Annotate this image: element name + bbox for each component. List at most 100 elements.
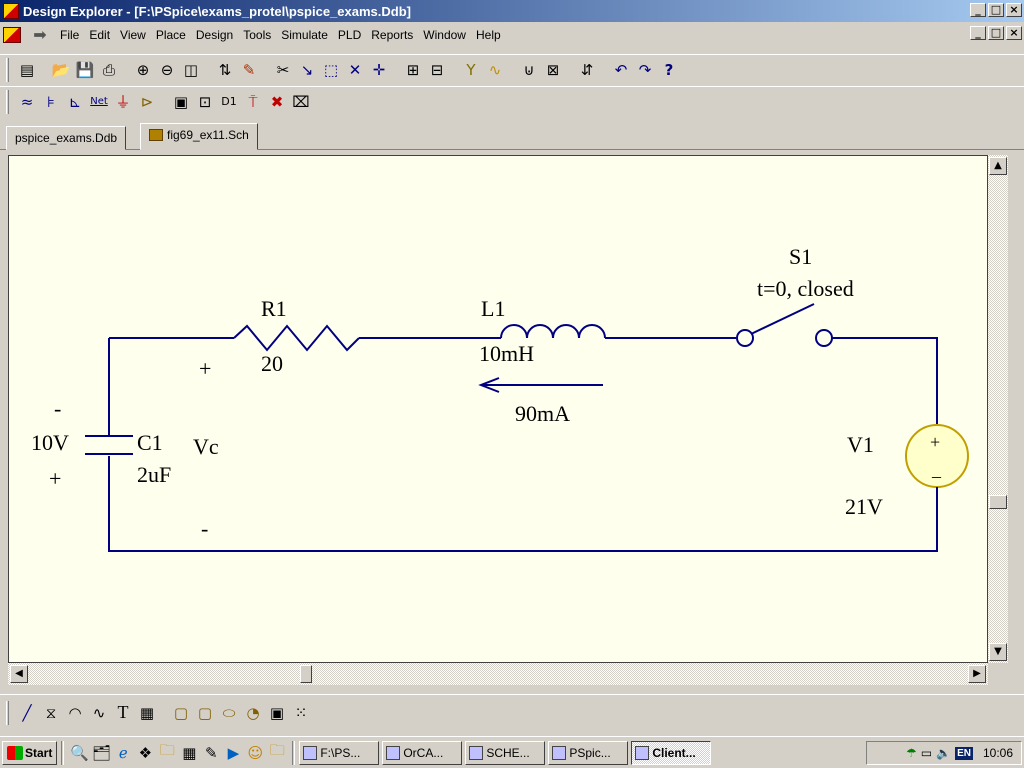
menu-help[interactable]: Help xyxy=(471,26,506,44)
sim-setup-icon[interactable]: ⊍ xyxy=(518,59,540,81)
menu-edit[interactable]: Edit xyxy=(84,26,115,44)
place-part-icon[interactable]: ▣ xyxy=(170,91,192,113)
hierarchy-icon[interactable]: ⇅ xyxy=(214,59,236,81)
tab-fig69-ex11[interactable]: fig69_ex11.Sch xyxy=(140,123,258,150)
vertical-scrollbar[interactable]: ▲ ▼ xyxy=(988,155,1008,663)
doc-close-button[interactable]: × xyxy=(1006,26,1022,40)
run-simulation-icon[interactable]: ∿ xyxy=(484,59,506,81)
monitor-icon[interactable]: ▭ xyxy=(921,746,932,760)
sheet-entry-icon[interactable]: D1 xyxy=(218,91,240,113)
round-rectangle-icon[interactable]: ▢ xyxy=(194,702,216,724)
menu-window[interactable]: Window xyxy=(418,26,471,44)
place-wire-icon[interactable]: ≈ xyxy=(16,91,38,113)
schematic-canvas[interactable]: R1 20 + L1 10mH 90mA S1 t=0, closed - 10… xyxy=(8,155,988,663)
text-frame-icon[interactable]: ▦ xyxy=(136,702,158,724)
menu-simulate[interactable]: Simulate xyxy=(276,26,333,44)
toolbar-grip[interactable] xyxy=(6,700,9,725)
toolbar-grip[interactable] xyxy=(6,57,9,82)
pld-icon[interactable]: ⊠ xyxy=(542,59,564,81)
cross-probe-icon[interactable]: ✎ xyxy=(238,59,260,81)
app-icon[interactable] xyxy=(3,3,19,19)
task-button-client[interactable]: Client... xyxy=(631,740,712,765)
port-icon[interactable]: ⊳ xyxy=(136,91,158,113)
quicklaunch-ie-icon[interactable]: ℯ xyxy=(112,742,134,764)
menu-reports[interactable]: Reports xyxy=(366,26,418,44)
scroll-right-icon[interactable]: ▶ xyxy=(968,665,986,683)
quicklaunch-media-icon[interactable]: ▶ xyxy=(222,742,244,764)
sort-icon[interactable]: ⇵ xyxy=(576,59,598,81)
quicklaunch-app-icon[interactable]: ❖ xyxy=(134,742,156,764)
draw-polygon-icon[interactable]: ⧖ xyxy=(40,702,62,724)
scroll-left-icon[interactable]: ◀ xyxy=(10,665,28,683)
task-button-pspice[interactable]: PSpic... xyxy=(548,740,629,765)
cut-wire-icon[interactable]: ✂ xyxy=(272,59,294,81)
menu-view[interactable]: View xyxy=(115,26,151,44)
doc-minimize-button[interactable]: _ xyxy=(970,26,986,40)
ellipse-icon[interactable]: ⬭ xyxy=(218,702,240,724)
vertical-scroll-thumb[interactable] xyxy=(989,495,1007,509)
quicklaunch-calc-icon[interactable]: ▦ xyxy=(178,742,200,764)
language-indicator[interactable]: EN xyxy=(955,746,973,760)
pie-icon[interactable]: ◔ xyxy=(242,702,264,724)
zoom-fit-icon[interactable]: ◫ xyxy=(180,59,202,81)
scroll-down-icon[interactable]: ▼ xyxy=(989,643,1007,661)
save-icon[interactable]: 💾 xyxy=(74,59,96,81)
undo-icon[interactable]: ↶ xyxy=(610,59,632,81)
text-icon[interactable]: T xyxy=(112,702,134,724)
zoom-in-icon[interactable]: ⊕ xyxy=(132,59,154,81)
ground-icon[interactable]: ⏚ xyxy=(112,91,134,113)
probe-icon[interactable]: Y xyxy=(460,59,482,81)
select-area-icon[interactable]: ⬚ xyxy=(320,59,342,81)
print-icon[interactable]: ⎙ xyxy=(98,59,120,81)
task-button-explorer[interactable]: F:\PS... xyxy=(299,740,380,765)
menu-tools[interactable]: Tools xyxy=(238,26,276,44)
quicklaunch-paint-icon[interactable]: ✎ xyxy=(200,742,222,764)
place-bus-icon[interactable]: ⊧ xyxy=(40,91,62,113)
menu-place[interactable]: Place xyxy=(151,26,191,44)
design-manager-icon[interactable]: ▤ xyxy=(16,59,38,81)
bus-entry-icon[interactable]: ⊾ xyxy=(64,91,86,113)
volume-icon[interactable]: 🔈 xyxy=(936,746,951,760)
redo-icon[interactable]: ↷ xyxy=(634,59,656,81)
junction-icon[interactable]: ⍑ xyxy=(242,91,264,113)
scroll-up-icon[interactable]: ▲ xyxy=(989,157,1007,175)
close-button[interactable]: × xyxy=(1006,3,1022,17)
move-icon[interactable]: ✛ xyxy=(368,59,390,81)
draw-bezier-icon[interactable]: ∿ xyxy=(88,702,110,724)
doc-restore-button[interactable]: □ xyxy=(988,26,1004,40)
open-folder-icon[interactable]: 📂 xyxy=(50,59,72,81)
quicklaunch-smile-icon[interactable]: ☺ xyxy=(244,742,266,764)
draw-wire-icon[interactable]: ↘ xyxy=(296,59,318,81)
network-icon[interactable]: ☂ xyxy=(906,746,917,760)
menu-file[interactable]: File xyxy=(55,26,84,44)
sheet-symbol-icon[interactable]: ⊡ xyxy=(194,91,216,113)
array-icon[interactable]: ⁙ xyxy=(290,702,312,724)
document-icon[interactable] xyxy=(3,27,21,43)
quicklaunch-folder-icon[interactable]: 🗀 xyxy=(156,741,178,764)
net-label-icon[interactable]: Net xyxy=(88,91,110,113)
quicklaunch-explorer-icon[interactable]: 🔍 xyxy=(68,742,90,764)
draw-arc-icon[interactable]: ◠ xyxy=(64,702,86,724)
deselect-icon[interactable]: ✕ xyxy=(344,59,366,81)
horizontal-scrollbar[interactable]: ◀ ▶ xyxy=(8,663,988,685)
maximize-button[interactable]: □ xyxy=(988,3,1004,17)
help-icon[interactable]: ? xyxy=(658,59,680,81)
horizontal-scroll-thumb[interactable] xyxy=(300,665,312,683)
menu-design[interactable]: Design xyxy=(191,26,238,44)
quicklaunch-folder2-icon[interactable]: 🗀 xyxy=(266,741,288,764)
library-icon[interactable]: ⊞ xyxy=(402,59,424,81)
task-button-schematic[interactable]: SCHE... xyxy=(465,740,546,765)
toolbar-grip[interactable] xyxy=(6,89,9,114)
no-erc-icon[interactable]: ✖ xyxy=(266,91,288,113)
quicklaunch-desktop-icon[interactable]: 🗂 xyxy=(90,742,112,764)
rectangle-icon[interactable]: ▢ xyxy=(170,702,192,724)
tab-pspice-exams[interactable]: pspice_exams.Ddb xyxy=(6,126,127,150)
draw-line-icon[interactable]: ╱ xyxy=(16,702,38,724)
minimize-button[interactable]: _ xyxy=(970,3,986,17)
browse-library-icon[interactable]: ⊟ xyxy=(426,59,448,81)
graphic-icon[interactable]: ▣ xyxy=(266,702,288,724)
zoom-out-icon[interactable]: ⊖ xyxy=(156,59,178,81)
menu-pld[interactable]: PLD xyxy=(333,26,366,44)
start-button[interactable]: Start xyxy=(2,740,58,765)
back-arrow-icon[interactable]: ➡ xyxy=(27,25,53,45)
